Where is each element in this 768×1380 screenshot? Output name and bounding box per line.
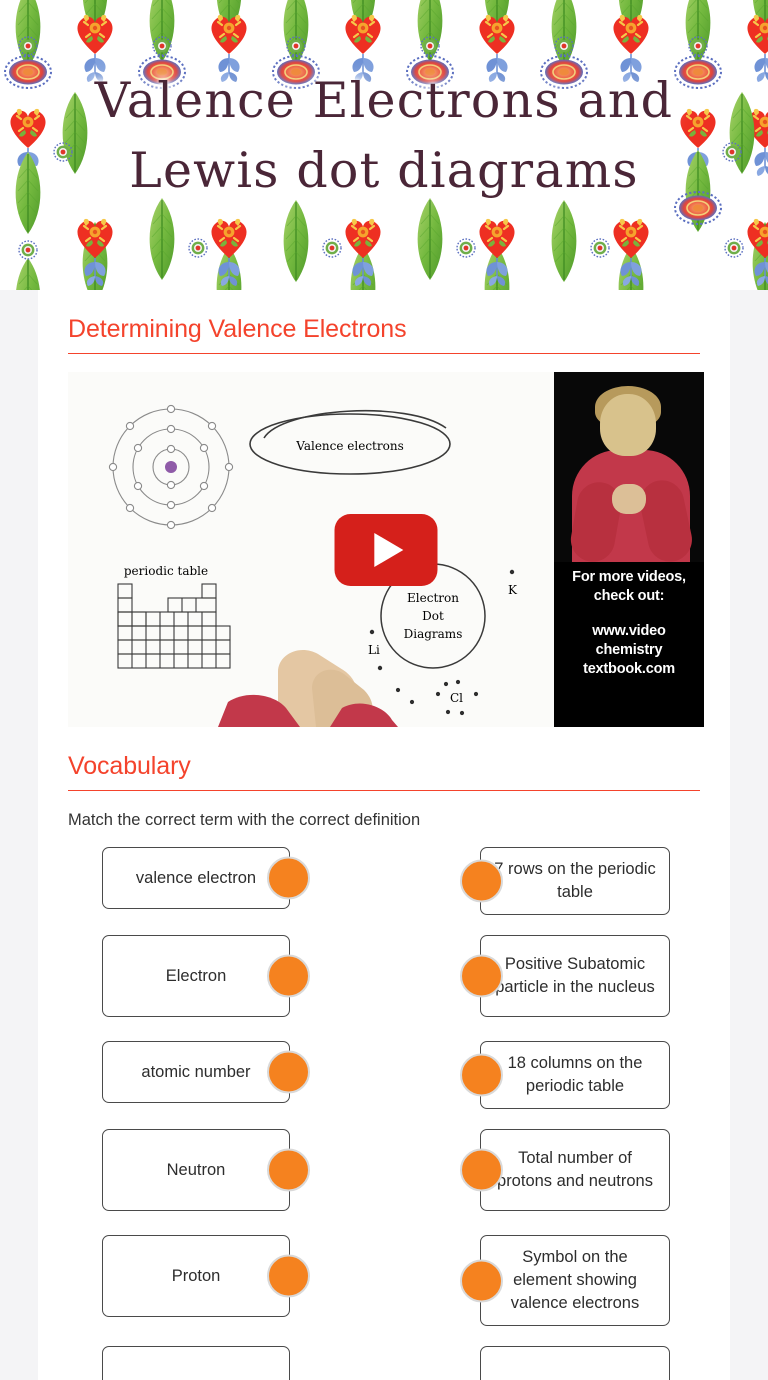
youtube-video-embed[interactable]: Valence electrons periodic table Electro…: [68, 372, 704, 727]
match-term-label: atomic number: [141, 1062, 251, 1081]
banner-pattern-background: [0, 0, 768, 290]
section-heading-video: Determining Valence Electrons: [68, 315, 407, 343]
whiteboard-dot-label-2: Dot: [422, 609, 444, 623]
section-heading-vocabulary: Vocabulary: [68, 752, 191, 780]
match-connector-dot[interactable]: [267, 1148, 310, 1192]
matching-row: valence electron 7 rows on the periodic …: [68, 847, 700, 915]
caption-line-5: textbook.com: [583, 661, 675, 677]
match-term-box[interactable]: Proton: [102, 1235, 310, 1317]
matching-exercise: valence electron 7 rows on the periodic …: [68, 847, 700, 1380]
match-term-box[interactable]: Neutron: [102, 1129, 310, 1211]
match-term-label: Proton: [171, 1266, 221, 1285]
whiteboard-dot-label-1: Electron: [407, 591, 459, 605]
match-definition-label: 18 columns on the periodic table: [507, 1054, 643, 1095]
match-term-box[interactable]: [102, 1346, 290, 1380]
match-definition-box[interactable]: 7 rows on the periodic table: [460, 847, 670, 915]
match-definition-label: Symbol on the element showing valence el…: [510, 1248, 640, 1312]
match-connector-dot[interactable]: [267, 1050, 310, 1094]
whiteboard-symbol-cl: Cl: [450, 691, 463, 705]
vocabulary-instructions: Match the correct term with the correct …: [68, 811, 421, 829]
match-definition-label: Positive Subatomic particle in the nucle…: [495, 955, 655, 996]
whiteboard-dot-label-3: Diagrams: [404, 627, 463, 641]
matching-row: atomic number 18 columns on the periodic…: [68, 1041, 700, 1109]
matching-row: Electron Positive Subatomic particle in …: [68, 935, 700, 1021]
whiteboard-symbol-li: Li: [368, 643, 380, 657]
match-definition-box[interactable]: Positive Subatomic particle in the nucle…: [460, 935, 670, 1017]
match-connector-dot[interactable]: [460, 1053, 503, 1097]
match-definition-box[interactable]: Symbol on the element showing valence el…: [460, 1235, 670, 1326]
matching-row: [68, 1346, 700, 1380]
page-background: Determining Valence Electrons Valence el…: [0, 290, 768, 1380]
match-connector-dot[interactable]: [460, 954, 503, 998]
video-presenter-panel: For more videos, check out: www.video ch…: [554, 372, 704, 727]
video-presenter-thumbnail: [554, 372, 704, 562]
video-side-caption: For more videos, check out: www.video ch…: [554, 568, 704, 679]
video-play-button[interactable]: [334, 513, 438, 586]
whiteboard-periodic-label: periodic table: [124, 564, 208, 578]
match-term-box[interactable]: atomic number: [102, 1041, 310, 1103]
match-connector-dot[interactable]: [460, 859, 503, 903]
caption-line-4: chemistry: [595, 642, 663, 658]
match-definition-label: Total number of protons and neutrons: [497, 1149, 653, 1190]
match-definition-box[interactable]: 18 columns on the periodic table: [460, 1041, 670, 1109]
match-connector-dot[interactable]: [267, 856, 310, 900]
play-triangle-icon: [373, 532, 403, 567]
match-connector-dot[interactable]: [267, 1254, 310, 1298]
content-card: Determining Valence Electrons Valence el…: [38, 290, 730, 1380]
match-connector-dot[interactable]: [460, 1148, 503, 1192]
match-definition-label: 7 rows on the periodic table: [494, 860, 656, 901]
matching-row: Proton Symbol on the element showing val…: [68, 1235, 700, 1326]
match-connector-dot[interactable]: [460, 1259, 503, 1302]
match-connector-dot[interactable]: [267, 954, 310, 998]
presenter-head: [600, 394, 656, 456]
whiteboard-symbol-k: K: [508, 583, 518, 597]
caption-line-2: check out:: [593, 588, 665, 604]
match-definition-box[interactable]: Total number of protons and neutrons: [460, 1129, 670, 1211]
caption-line-1: For more videos,: [572, 569, 686, 585]
whiteboard-valence-label: Valence electrons: [295, 439, 403, 453]
match-term-box[interactable]: Electron: [102, 935, 310, 1017]
matching-row: Neutron Total number of protons and neut…: [68, 1129, 700, 1215]
page-banner: Valence Electrons and Lewis dot diagrams: [0, 0, 768, 290]
match-term-label: valence electron: [135, 868, 257, 887]
match-definition-box[interactable]: [480, 1346, 670, 1380]
caption-line-3: www.video: [592, 623, 666, 639]
video-whiteboard-scene: Valence electrons periodic table Electro…: [68, 372, 554, 727]
match-term-label: Neutron: [166, 1160, 226, 1179]
match-term-box[interactable]: valence electron: [102, 847, 310, 909]
section-divider-video: [68, 353, 700, 354]
presenter-hands: [612, 484, 646, 514]
whiteboard-drawing: Valence electrons periodic table Electro…: [68, 372, 554, 727]
match-term-label: Electron: [165, 966, 227, 985]
section-divider-vocabulary: [68, 790, 700, 791]
